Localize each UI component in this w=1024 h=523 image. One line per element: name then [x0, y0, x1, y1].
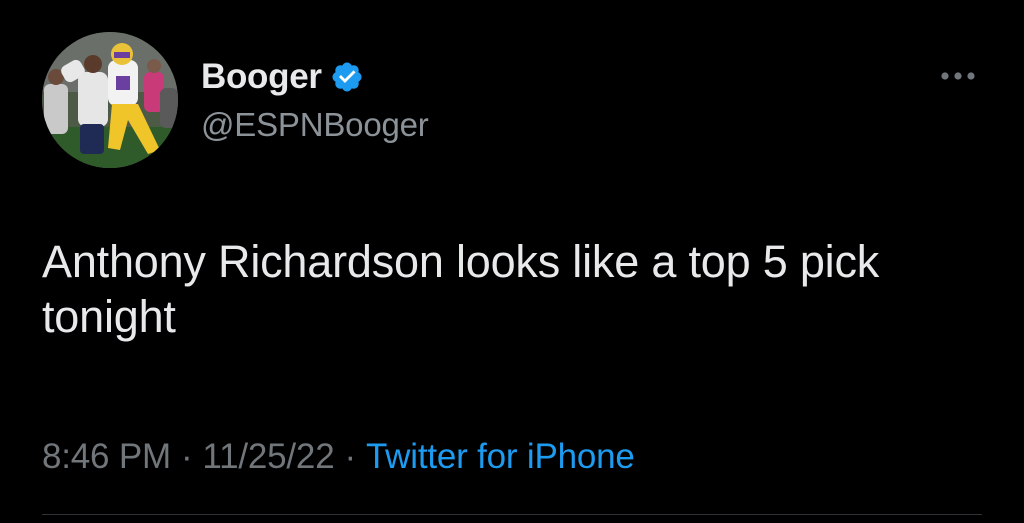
divider — [42, 514, 982, 515]
meta-separator: · — [180, 437, 193, 476]
tweet: Booger @ESPNBooger Anthony Richardson lo… — [0, 0, 1024, 523]
tweet-date[interactable]: 11/25/22 — [202, 437, 334, 477]
tweet-source-link[interactable]: Twitter for iPhone — [366, 437, 635, 477]
author-name-row: Booger — [201, 56, 364, 98]
author-handle[interactable]: @ESPNBooger — [201, 106, 429, 144]
avatar[interactable] — [42, 32, 178, 168]
meta-separator: · — [344, 437, 356, 476]
tweet-text: Anthony Richardson looks like a top 5 pi… — [42, 236, 880, 342]
more-options-icon[interactable] — [936, 64, 980, 88]
author-display-name[interactable]: Booger — [201, 57, 322, 97]
tweet-time[interactable]: 8:46 PM — [42, 437, 171, 477]
tweet-meta: 8:46 PM · 11/25/22 · Twitter for iPhone — [42, 437, 635, 477]
verified-badge-icon — [330, 60, 364, 94]
avatar-photo — [42, 32, 178, 168]
